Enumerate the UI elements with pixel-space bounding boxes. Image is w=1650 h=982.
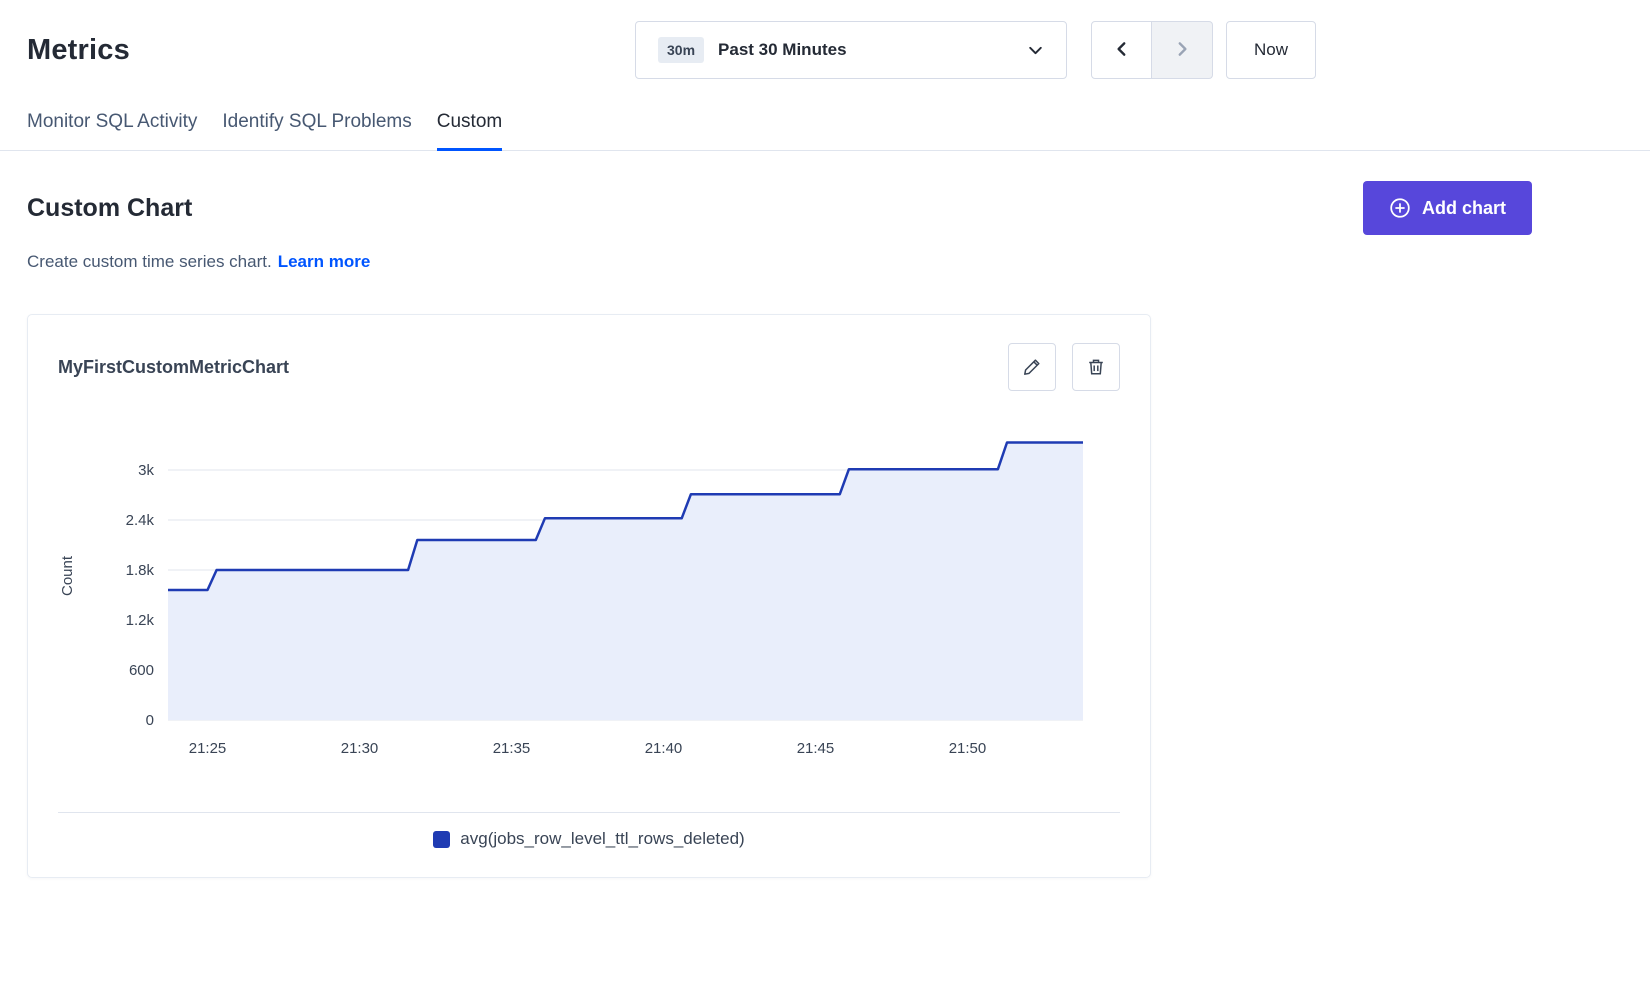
chevron-right-icon: [1173, 40, 1191, 61]
svg-text:600: 600: [129, 662, 154, 679]
legend-swatch: [433, 831, 450, 848]
page-title: Metrics: [27, 34, 130, 67]
section-title: Custom Chart: [27, 194, 192, 223]
edit-chart-button[interactable]: [1008, 343, 1056, 391]
svg-text:0: 0: [146, 712, 154, 729]
add-chart-label: Add chart: [1422, 198, 1506, 219]
legend-label: avg(jobs_row_level_ttl_rows_deleted): [460, 829, 744, 849]
now-button[interactable]: Now: [1226, 21, 1316, 79]
time-prev-button[interactable]: [1091, 21, 1152, 79]
trash-icon: [1086, 357, 1106, 377]
tab-custom[interactable]: Custom: [437, 111, 502, 151]
svg-text:21:40: 21:40: [645, 740, 683, 757]
svg-text:21:50: 21:50: [949, 740, 987, 757]
time-range-label: Past 30 Minutes: [718, 40, 847, 60]
svg-text:1.2k: 1.2k: [126, 612, 155, 629]
time-next-button[interactable]: [1152, 21, 1213, 79]
svg-text:21:30: 21:30: [341, 740, 379, 757]
plus-circle-icon: [1389, 197, 1411, 219]
chart-legend[interactable]: avg(jobs_row_level_ttl_rows_deleted): [28, 829, 1150, 877]
tab-identify-sql-problems[interactable]: Identify SQL Problems: [222, 111, 411, 151]
svg-text:2.4k: 2.4k: [126, 512, 155, 529]
svg-text:21:35: 21:35: [493, 740, 531, 757]
chevron-down-icon: [1027, 42, 1044, 59]
custom-chart-plot[interactable]: 0 600 1.2k 1.8k 2.4k 3k 21:25 21:30 21:35 21:40 21…: [28, 407, 1150, 767]
time-pager: [1091, 21, 1213, 79]
time-controls: 30m Past 30 Minutes Now: [635, 21, 1316, 79]
chart-card-title: MyFirstCustomMetricChart: [58, 343, 289, 391]
tab-bar: Monitor SQL Activity Identify SQL Proble…: [0, 111, 1650, 151]
svg-text:1.8k: 1.8k: [126, 562, 155, 579]
learn-more-link[interactable]: Learn more: [278, 252, 371, 271]
svg-text:21:45: 21:45: [797, 740, 835, 757]
tab-monitor-sql-activity[interactable]: Monitor SQL Activity: [27, 111, 197, 151]
chevron-left-icon: [1113, 40, 1131, 61]
chart-card-actions: [1008, 343, 1120, 391]
card-divider: [58, 812, 1120, 813]
delete-chart-button[interactable]: [1072, 343, 1120, 391]
svg-text:Count: Count: [59, 555, 76, 596]
add-chart-button[interactable]: Add chart: [1363, 181, 1532, 235]
section-header: Custom Chart Add chart: [0, 181, 1650, 235]
metrics-page: Metrics 30m Past 30 Minutes: [0, 0, 1650, 878]
section-description: Create custom time series chart. Learn mo…: [0, 252, 1650, 272]
chart-card-header: MyFirstCustomMetricChart: [28, 315, 1150, 391]
topbar: Metrics 30m Past 30 Minutes: [0, 21, 1650, 79]
description-text: Create custom time series chart.: [27, 252, 272, 271]
svg-text:21:25: 21:25: [189, 740, 227, 757]
svg-text:3k: 3k: [138, 462, 154, 479]
pencil-icon: [1022, 357, 1042, 377]
chart-card: MyFirstCustomMetricChart 0 600 1.2k 1.8k 2.4…: [27, 314, 1151, 878]
time-range-badge: 30m: [658, 37, 704, 63]
time-range-dropdown[interactable]: 30m Past 30 Minutes: [635, 21, 1067, 79]
